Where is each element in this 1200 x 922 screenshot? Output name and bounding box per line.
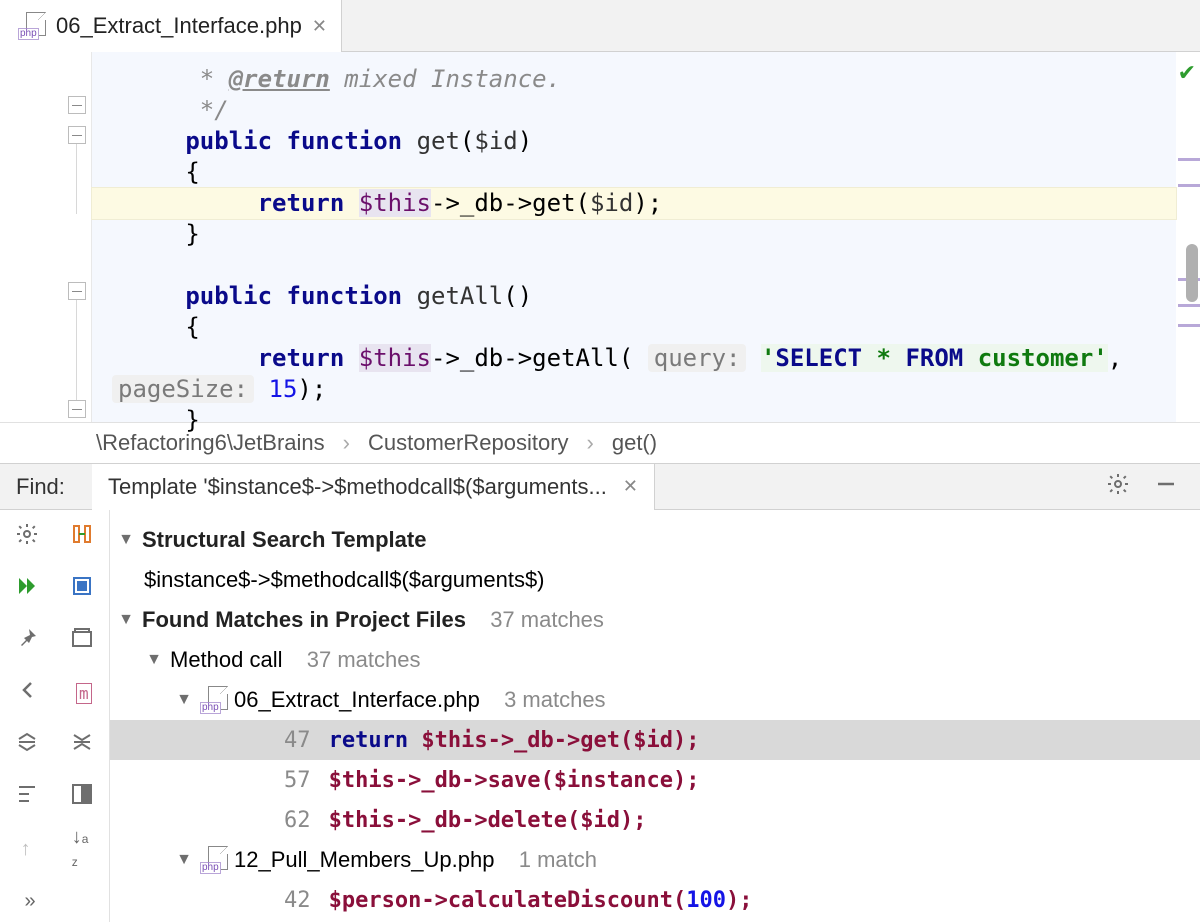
close-icon[interactable]: ✕: [312, 16, 327, 37]
editor-tab[interactable]: php 06_Extract_Interface.php ✕: [0, 0, 342, 52]
php-file-icon: php: [18, 12, 46, 40]
tree-group[interactable]: ▼ Method call 37 matches: [110, 640, 1200, 680]
marker-bar[interactable]: ✔: [1176, 52, 1200, 422]
tree-found[interactable]: ▼ Found Matches in Project Files 37 matc…: [110, 600, 1200, 640]
find-tab-label: Template '$instance$->$methodcall$($argu…: [108, 474, 607, 500]
gutter[interactable]: [0, 52, 92, 422]
rerun-icon[interactable]: [15, 574, 39, 604]
find-side-toolbar: m ↑ ↓az »: [0, 510, 110, 922]
export-icon[interactable]: [15, 782, 39, 812]
find-tree[interactable]: ▼ Structural Search Template $instance$-…: [110, 510, 1200, 922]
recent-icon[interactable]: [70, 626, 94, 656]
tab-filename: 06_Extract_Interface.php: [56, 13, 302, 39]
more-icon[interactable]: »: [24, 890, 35, 913]
find-results: m ↑ ↓az » ▼ Structural Search Template $…: [0, 510, 1200, 922]
find-tab[interactable]: Template '$instance$->$methodcall$($argu…: [92, 464, 655, 510]
expand-all-icon[interactable]: [15, 730, 39, 760]
chevron-down-icon[interactable]: ▼: [144, 651, 164, 669]
tree-file[interactable]: ▼ php 12_Pull_Members_Up.php 1 match: [110, 840, 1200, 880]
chevron-down-icon[interactable]: ▼: [116, 611, 136, 629]
collapse-all-icon[interactable]: [70, 730, 94, 760]
tree-match[interactable]: 62 $this->_db->delete($id);: [110, 800, 1200, 840]
tree-match[interactable]: 47 return $this->_db->get($id);: [110, 720, 1200, 760]
pin-icon[interactable]: [15, 626, 39, 656]
stop-icon[interactable]: [70, 574, 94, 604]
tree-match[interactable]: 57 $this->_db->save($instance);: [110, 760, 1200, 800]
editor: 💡 * @return mixed Instance. */ public fu…: [0, 52, 1200, 422]
editor-tabbar: php 06_Extract_Interface.php ✕: [0, 0, 1200, 52]
chevron-down-icon[interactable]: ▼: [174, 851, 194, 869]
prev-occurrence-icon[interactable]: [17, 678, 41, 708]
scroll-thumb[interactable]: [1186, 244, 1198, 302]
tree-match[interactable]: 42 $person->calculateDiscount(100);: [110, 880, 1200, 920]
sort-icon[interactable]: ↓az: [72, 826, 89, 872]
find-toolwindow-header: Find: Template '$instance$->$methodcall$…: [0, 464, 1200, 510]
tree-file[interactable]: ▼ php 06_Extract_Interface.php 3 matches: [110, 680, 1200, 720]
gear-icon[interactable]: [1106, 472, 1130, 502]
preview-icon[interactable]: [70, 782, 94, 812]
code-area[interactable]: * @return mixed Instance. */ public func…: [92, 52, 1176, 422]
up-arrow-icon[interactable]: ↑: [21, 838, 31, 861]
chevron-down-icon[interactable]: ▼: [174, 691, 194, 709]
tree-header[interactable]: ▼ Structural Search Template: [110, 520, 1200, 560]
tree-template: $instance$->$methodcall$($arguments$): [110, 560, 1200, 600]
inspection-ok-icon: ✔: [1178, 60, 1196, 86]
close-icon[interactable]: ✕: [623, 476, 638, 497]
gear-icon[interactable]: [15, 522, 39, 552]
minimize-icon[interactable]: [1154, 472, 1178, 502]
php-file-icon: php: [200, 686, 228, 714]
usage-m-icon[interactable]: m: [76, 683, 92, 704]
chevron-down-icon[interactable]: ▼: [116, 531, 136, 549]
find-label: Find:: [0, 474, 92, 500]
navigate-source-icon[interactable]: [70, 522, 94, 552]
php-file-icon: php: [200, 846, 228, 874]
